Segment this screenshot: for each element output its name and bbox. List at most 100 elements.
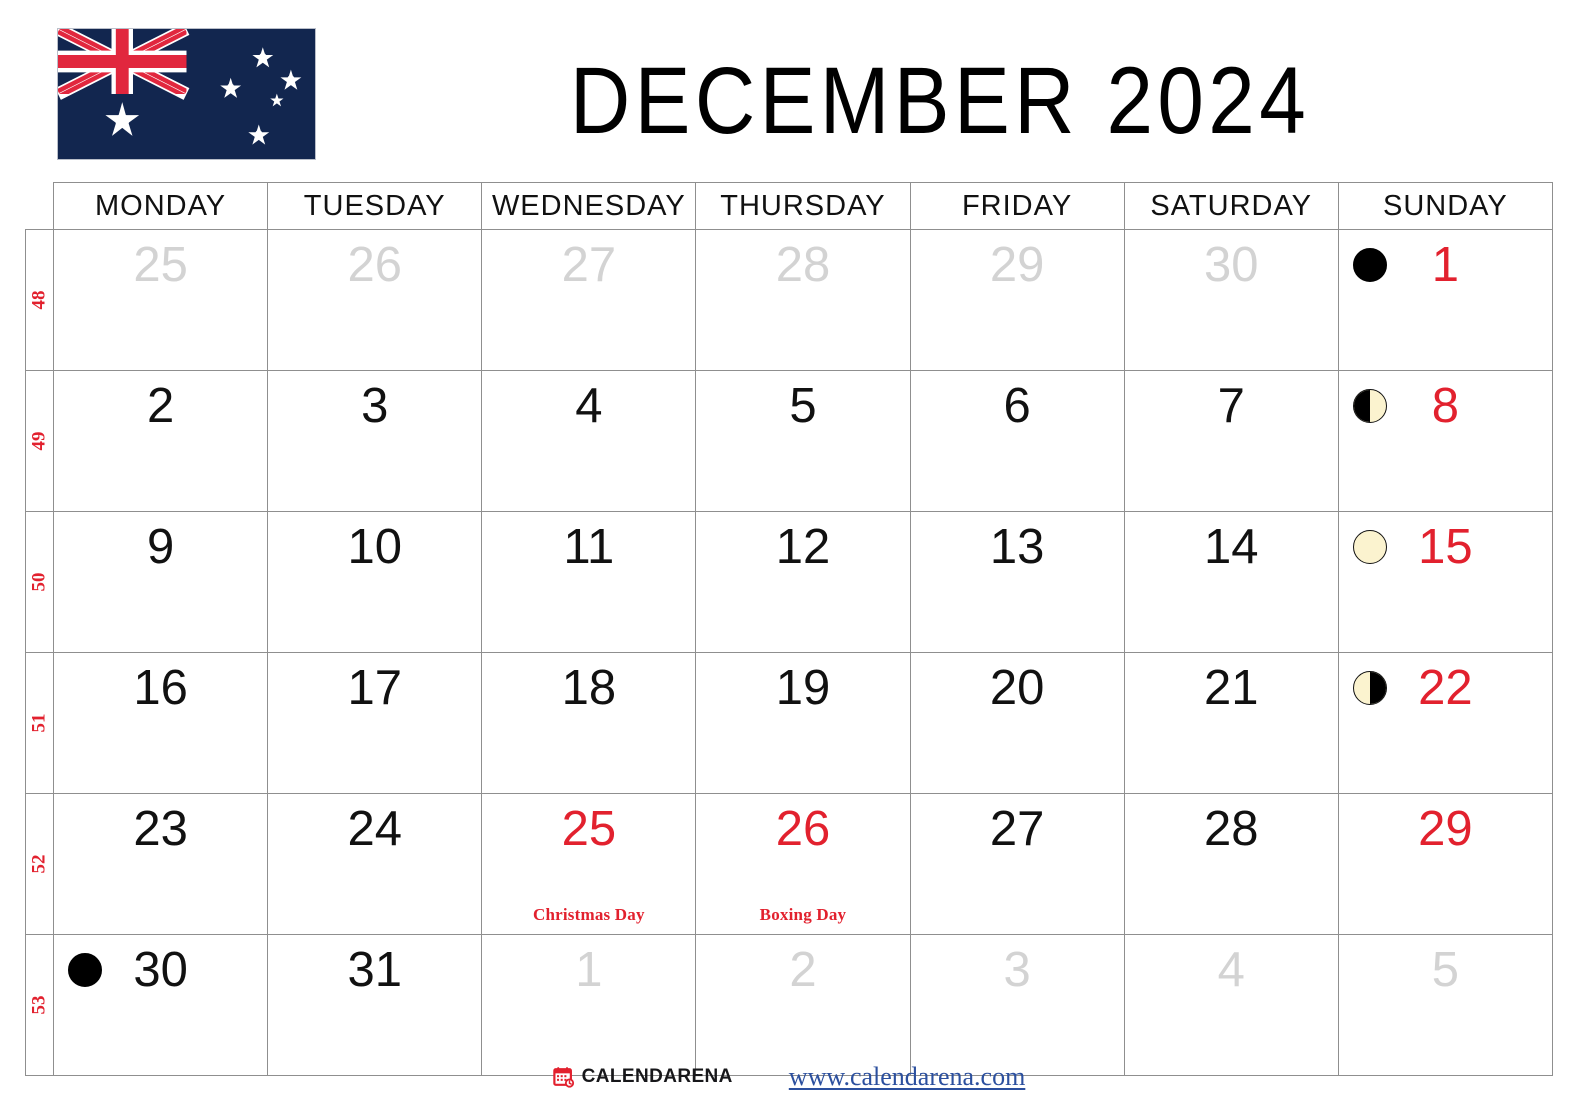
calendar-day-cell[interactable]: 11	[481, 511, 697, 653]
day-number: 12	[775, 520, 831, 574]
calendar-day-cell[interactable]: 28	[695, 229, 911, 371]
week-number-cell: 50	[24, 511, 55, 653]
day-number: 26	[347, 238, 402, 292]
holiday-label: Boxing Day	[759, 905, 847, 924]
calendar-week-row: 49 2 3 4 5 6 7 8	[24, 370, 1554, 512]
calendar-week-row: 48 25 26 27 28 29 30 1	[24, 229, 1554, 371]
calendar-day-cell[interactable]: 7	[1123, 370, 1339, 512]
day-number: 28	[1203, 802, 1259, 856]
calendar-day-cell[interactable]: 22	[1337, 652, 1554, 794]
day-number: 2	[146, 379, 175, 433]
calendar-day-cell[interactable]: 17	[267, 652, 483, 794]
calendar-day-cell[interactable]: 13	[909, 511, 1125, 653]
calendar-day-cell[interactable]: 14	[1123, 511, 1339, 653]
day-number: 14	[1203, 520, 1259, 574]
day-number: 27	[989, 802, 1045, 856]
week-number-cell: 52	[24, 793, 55, 935]
calendar-day-cell[interactable]: 19	[695, 652, 911, 794]
day-number: 2	[789, 943, 817, 997]
calendar-day-cell[interactable]: 29	[909, 229, 1125, 371]
calendar-day-cell[interactable]: 3	[267, 370, 483, 512]
day-number: 16	[133, 661, 188, 715]
day-number: 1	[1431, 238, 1460, 292]
holiday-label: Christmas Day	[532, 905, 645, 924]
calendar-day-cell[interactable]: 8	[1337, 370, 1554, 512]
website-link[interactable]: www.calendarena.com	[789, 1062, 1026, 1092]
calendar-day-cell[interactable]: 5	[695, 370, 911, 512]
day-number: 30	[133, 943, 188, 997]
calendar-day-cell[interactable]: 18	[481, 652, 697, 794]
brand-name: CALENDARENA	[581, 1066, 733, 1087]
calendar-day-cell[interactable]: 16	[53, 652, 269, 794]
day-number: 27	[561, 238, 617, 292]
weekday-header-monday: MONDAY	[53, 182, 269, 230]
week-number-cell: 51	[24, 652, 55, 794]
weekday-header-sunday: SUNDAY	[1337, 182, 1554, 230]
day-number: 29	[989, 238, 1045, 292]
day-number: 4	[575, 379, 603, 433]
day-number: 8	[1431, 379, 1460, 433]
calendar-week-row: 52 23 24 25 Christmas Day 26 Boxing Day 27 28 29	[24, 793, 1554, 935]
calendar-day-cell[interactable]: 28	[1123, 793, 1339, 935]
day-number: 5	[1431, 943, 1460, 997]
calendar-day-cell[interactable]: 12	[695, 511, 911, 653]
day-number: 3	[361, 379, 389, 433]
calendar-day-cell[interactable]: 4	[481, 370, 697, 512]
weekday-header-saturday: SATURDAY	[1123, 182, 1339, 230]
day-number: 19	[775, 661, 831, 715]
calendar-day-cell[interactable]: 9	[53, 511, 269, 653]
day-number: 31	[347, 943, 402, 997]
calendar-day-cell[interactable]: 27	[909, 793, 1125, 935]
calendar-week-row: 50 9 10 11 12 13 14 15	[24, 511, 1554, 653]
calendar-day-cell[interactable]: 1	[1337, 229, 1554, 371]
brand-block: CALENDARENA	[552, 1066, 733, 1088]
calendar-week-row: 51 16 17 18 19 20 21 22	[24, 652, 1554, 794]
weekday-header-thursday: THURSDAY	[695, 182, 911, 230]
day-number: 25	[133, 238, 188, 292]
week-number-header	[24, 182, 55, 230]
footer: CALENDARENA www.calendarena.com	[0, 1052, 1578, 1102]
week-number-label: 50	[28, 572, 50, 592]
day-number: 29	[1418, 802, 1473, 856]
calendar-day-cell[interactable]: 29	[1337, 793, 1554, 935]
day-number: 11	[563, 520, 615, 574]
calendar-day-cell[interactable]: 25 Christmas Day	[481, 793, 697, 935]
day-number: 15	[1418, 520, 1473, 574]
day-number: 28	[775, 238, 831, 292]
calendar-day-cell[interactable]: 23	[53, 793, 269, 935]
calendar-day-cell[interactable]: 25	[53, 229, 269, 371]
day-number: 17	[347, 661, 402, 715]
week-number-label: 52	[28, 854, 50, 874]
calendar-icon	[552, 1066, 575, 1088]
weekday-header-wednesday: WEDNESDAY	[481, 182, 697, 230]
day-number: 30	[1203, 238, 1259, 292]
calendar-day-cell[interactable]: 24	[267, 793, 483, 935]
day-number: 4	[1217, 943, 1245, 997]
calendar-header: DECEMBER 2024	[0, 0, 1578, 180]
day-number: 26	[775, 802, 831, 856]
calendar-day-cell[interactable]: 27	[481, 229, 697, 371]
calendar-day-cell[interactable]: 26 Boxing Day	[695, 793, 911, 935]
calendar-day-cell[interactable]: 10	[267, 511, 483, 653]
day-number: 20	[989, 661, 1045, 715]
week-number-label: 51	[28, 713, 50, 733]
calendar-day-cell[interactable]: 15	[1337, 511, 1554, 653]
calendar-grid: MONDAY TUESDAY WEDNESDAY THURSDAY FRIDAY…	[24, 182, 1554, 1076]
calendar-day-cell[interactable]: 6	[909, 370, 1125, 512]
day-number: 23	[133, 802, 188, 856]
day-number: 7	[1217, 379, 1245, 433]
day-number: 9	[146, 520, 175, 574]
day-number: 6	[1003, 379, 1031, 433]
calendar-day-cell[interactable]: 26	[267, 229, 483, 371]
calendar-day-cell[interactable]: 2	[53, 370, 269, 512]
calendar-body: 48 25 26 27 28 29 30 1 49 2 3 4 5 6 7 8 50 9 10 11 12 13 14 15 5…	[24, 229, 1554, 1076]
day-number: 1	[575, 943, 603, 997]
week-number-cell: 49	[24, 370, 55, 512]
day-number: 10	[347, 520, 402, 574]
calendar-day-cell[interactable]: 30	[1123, 229, 1339, 371]
day-number: 5	[789, 379, 817, 433]
calendar-day-cell[interactable]: 20	[909, 652, 1125, 794]
calendar-day-cell[interactable]: 21	[1123, 652, 1339, 794]
day-number: 21	[1203, 661, 1259, 715]
australia-flag-icon	[57, 28, 316, 160]
